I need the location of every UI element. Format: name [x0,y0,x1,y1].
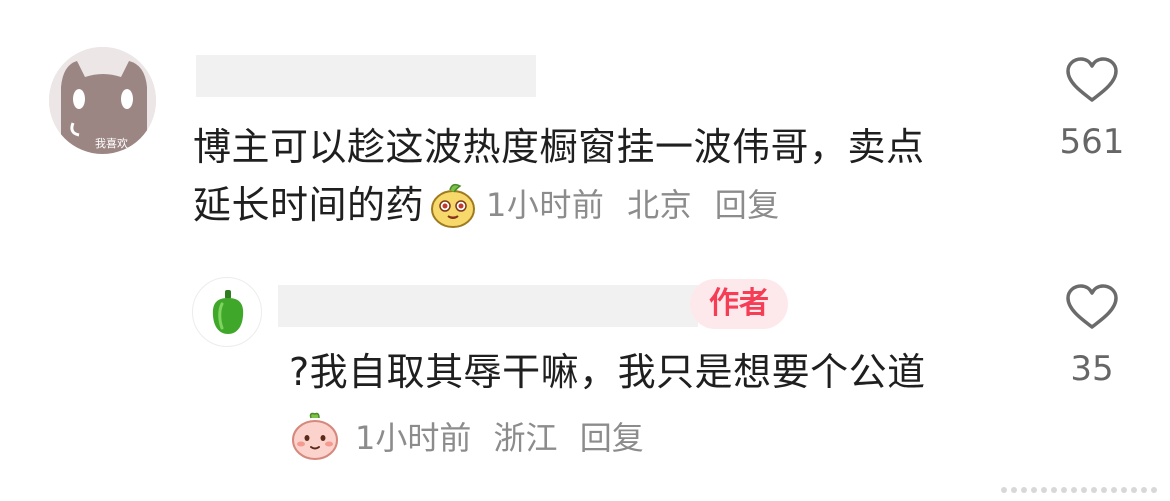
green-pepper-icon [212,290,244,334]
comment-location: 北京 [627,186,693,224]
reply-avatar[interactable] [192,277,262,347]
comment-time: 1小时前 [486,186,605,224]
comment-text-line: 延长时间的药 [193,183,425,227]
heart-outline-icon[interactable] [1064,56,1120,104]
yellow-blob-emoji-icon [431,183,476,228]
reply-time: 1小时前 [355,419,472,457]
username-redacted[interactable] [196,55,536,97]
reply-meta: 1小时前 浙江 回复 [289,410,656,462]
watermark-dots-icon [1001,487,1157,493]
username-redacted[interactable] [278,285,698,327]
comment-text-line: 博主可以趁这波热度橱窗挂一波伟哥，卖点 [193,125,925,169]
comment-body: 博主可以趁这波热度橱窗挂一波伟哥，卖点 延长时间的药 1小时前 北京 回复 [193,118,1023,234]
like-count: 35 [1070,349,1114,389]
reply-location: 浙江 [493,419,558,457]
comment-avatar[interactable]: 我喜欢 [49,47,156,154]
heart-outline-icon[interactable] [1064,283,1120,331]
reply-body: ?我自取其辱干嘛，我只是想要个公道 [289,350,926,394]
like-count: 561 [1059,122,1125,162]
reply-button[interactable]: 回复 [580,419,644,457]
pink-blob-emoji-icon [292,412,338,460]
avatar-caption: 我喜欢 [95,137,128,150]
author-badge: 作者 [690,279,788,329]
reply-button[interactable]: 回复 [715,186,780,224]
